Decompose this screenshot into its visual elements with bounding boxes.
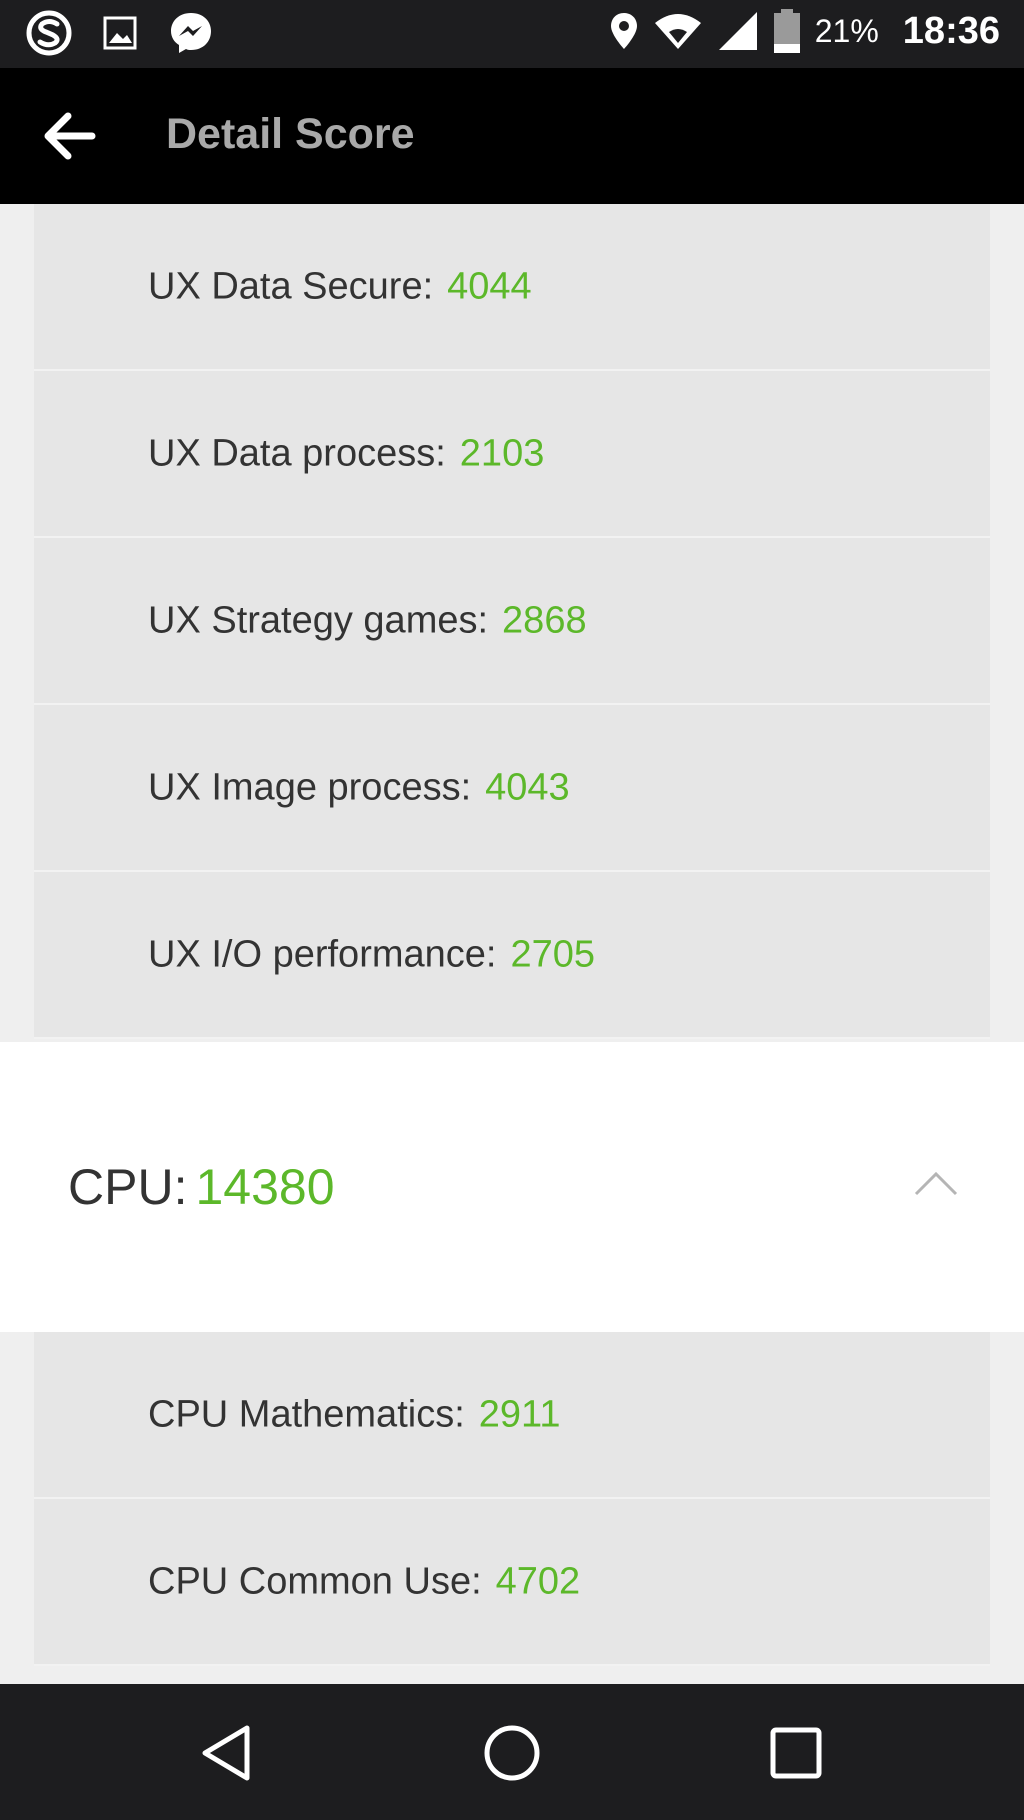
back-triangle-icon[interactable]: [193, 1718, 263, 1788]
messenger-icon: [171, 13, 211, 53]
score-value: 2911: [478, 1393, 561, 1435]
list-item: CPU Common Use: 4702: [34, 1499, 990, 1666]
page-title: Detail Score: [166, 110, 415, 158]
score-label: UX Data Secure:: [148, 265, 434, 307]
gallery-icon: [103, 16, 137, 50]
s-app-icon: [26, 10, 72, 56]
list-item: UX Data process: 2103: [34, 371, 990, 538]
list-item: CPU Mathematics: 2911: [34, 1332, 990, 1499]
group-score: 14380: [195, 1159, 335, 1215]
back-arrow-icon[interactable]: [40, 108, 100, 164]
battery-percent: 21%: [814, 12, 879, 49]
signal-icon: [718, 12, 757, 50]
battery-icon: [773, 9, 800, 53]
location-icon: [610, 13, 637, 49]
score-label: UX Strategy games:: [148, 599, 489, 641]
app-toolbar: Detail Score: [0, 68, 1024, 204]
score-value: 2705: [510, 933, 596, 975]
score-label: UX Image process:: [148, 766, 472, 808]
navigation-bar: [0, 1684, 1024, 1820]
score-value: 2868: [502, 599, 587, 641]
ux-subscore-list: UX Data Secure: 4044 UX Data process: 2103…: [34, 204, 990, 1039]
list-item: UX Image process: 4043: [34, 705, 990, 872]
group-label: CPU:: [68, 1159, 188, 1215]
cpu-group-header[interactable]: CPU: 14380: [0, 1042, 1024, 1332]
score-label: CPU Common Use:: [148, 1560, 482, 1602]
wifi-icon: [654, 14, 701, 49]
chevron-up-icon[interactable]: [912, 1168, 960, 1198]
recents-square-icon[interactable]: [761, 1718, 831, 1788]
score-value: 4044: [447, 265, 532, 307]
score-label: UX Data process:: [148, 432, 446, 474]
detail-score-list[interactable]: UX Data Secure: 4044 UX Data process: 2103…: [0, 204, 1024, 1684]
status-bar: 21% 18:36: [0, 0, 1024, 68]
home-circle-icon[interactable]: [477, 1718, 547, 1788]
score-label: UX I/O performance:: [148, 933, 497, 975]
list-item: UX Strategy games: 2868: [34, 538, 990, 705]
score-value: 2103: [459, 432, 545, 474]
clock-time: 18:36: [902, 9, 1000, 52]
score-label: CPU Mathematics:: [148, 1393, 465, 1435]
score-value: 4043: [485, 766, 570, 808]
list-item: UX I/O performance: 2705: [34, 872, 990, 1039]
score-value: 4702: [495, 1560, 581, 1602]
list-item: UX Data Secure: 4044: [34, 204, 990, 371]
cpu-subscore-list: CPU Mathematics: 2911 CPU Common Use: 4702: [34, 1332, 990, 1666]
